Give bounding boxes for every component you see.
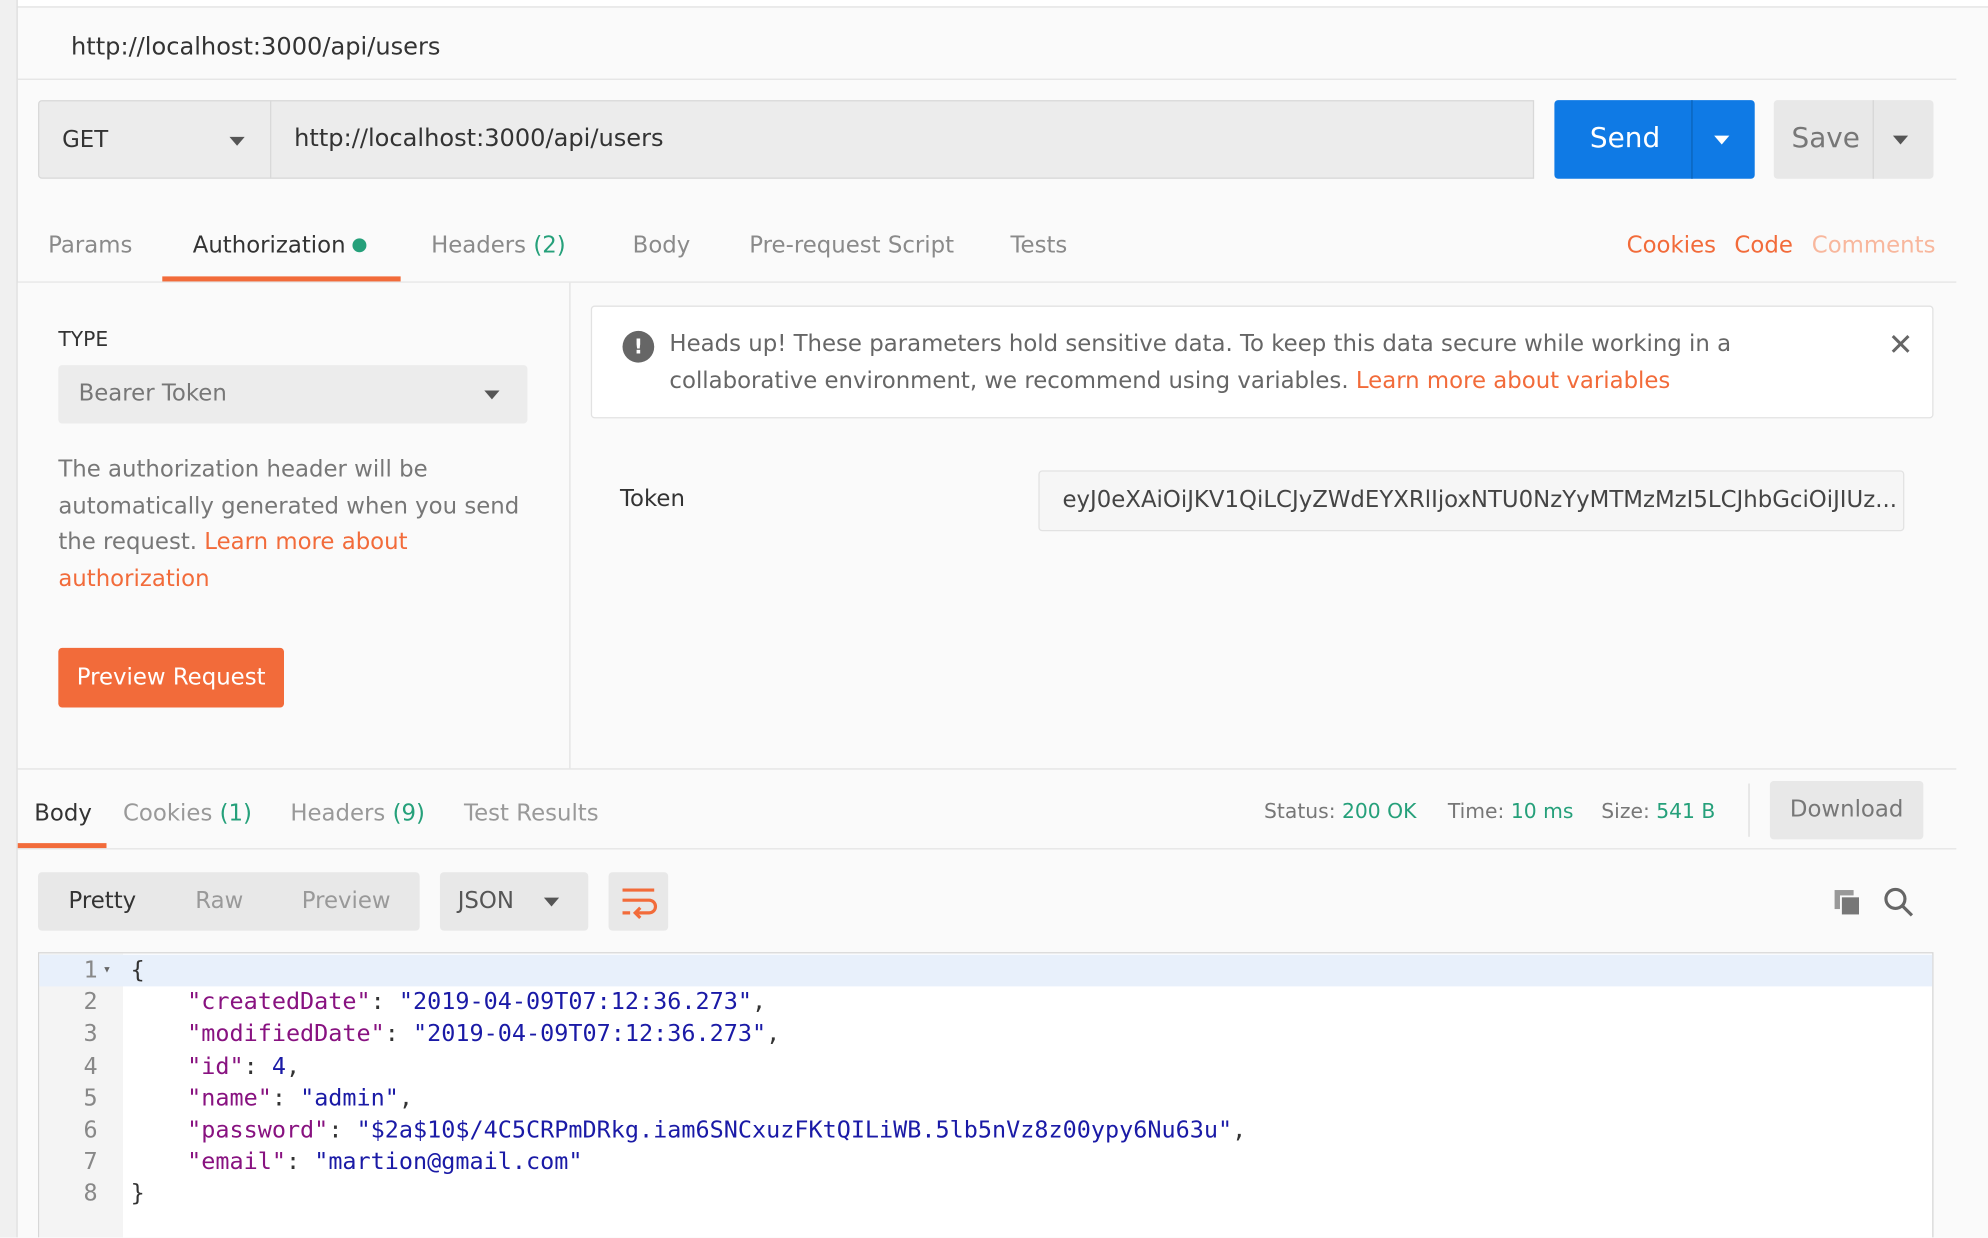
json-key: "modifiedDate" [187,1021,385,1048]
code-link[interactable]: Code [1734,232,1792,259]
line-number: 8 [83,1180,98,1208]
search-icon[interactable] [1883,886,1916,924]
download-button[interactable]: Download [1769,781,1924,840]
response-tab-test-results[interactable]: Test Results [464,800,599,827]
tab-authorization[interactable]: Authorization [193,232,367,259]
json-key: "email" [187,1148,286,1176]
format-value: JSON [457,887,514,915]
send-dropdown-icon[interactable] [1714,135,1730,145]
json-value: "$2a$10$/4C5CRPmDRkg.iam6SNCxuzFKtQILiWB… [356,1116,1233,1144]
time-readout: Time: 10 ms [1447,798,1574,823]
code-line: 7 "email": "martion@gmail.com" [39,1146,1932,1178]
line-number: 4 [83,1053,98,1080]
request-title: http://localhost:3000/api/users [71,32,441,61]
size-value: 541 B [1656,798,1716,823]
json-value: 4 [271,1053,286,1080]
response-body-editor[interactable]: 1 ▾ {2 "createdDate": "2019-04-09T07:12:36… [38,952,1934,1238]
fold-caret-icon[interactable]: ▾ [103,953,111,985]
alert-text: Heads up! These parameters hold sensitiv… [669,330,1732,394]
status-readout: Status: 200 OK [1264,798,1417,823]
line-number: 2 [83,989,98,1016]
preview-request-button[interactable]: Preview Request [58,647,285,708]
raw-button[interactable]: Raw [195,888,243,915]
format-select[interactable]: JSON [439,872,589,931]
json-value: "2019-04-09T07:12:36.273" [398,989,752,1016]
url-input[interactable]: http://localhost:3000/api/users [270,100,1535,179]
pretty-button[interactable]: Pretty [68,888,136,915]
view-mode-toggle: Pretty Raw Preview [38,872,420,931]
chevron-down-icon [229,136,245,146]
save-label: Save [1791,122,1860,155]
copy-icon[interactable] [1832,888,1862,924]
send-button[interactable]: Send [1554,100,1755,179]
line-number: 7 [83,1148,98,1176]
response-tab-cookies[interactable]: Cookies (1) [123,800,252,827]
code-line: 2 "createdDate": "2019-04-09T07:12:36.27… [39,987,1932,1019]
tab-label: Authorization [192,232,346,259]
save-button[interactable]: Save [1773,100,1934,179]
response-tab-headers[interactable]: Headers (9) [290,800,425,827]
tab-tests[interactable]: Tests [1010,232,1067,259]
json-key: "password" [187,1116,329,1144]
line-number: 5 [83,1085,98,1112]
warning-icon: ! [622,330,655,363]
token-input[interactable]: eyJ0eXAiOiJKV1QiLCJyZWdEYXRlIjoxNTU0NzYy… [1038,470,1905,532]
comments-link[interactable]: Comments [1812,232,1936,259]
type-label: TYPE [58,327,109,352]
postman-window: http://localhost:3000/api/users GET http… [0,0,1988,1238]
code-text: } [130,1180,145,1208]
method-value: GET [62,126,109,154]
size-readout: Size: 541 B [1601,798,1716,823]
code-text: { [130,957,145,984]
tab-pre-request-script[interactable]: Pre-request Script [749,232,954,259]
code-line: 8} [39,1178,1932,1210]
learn-more-variables-link[interactable]: Learn more about variables [1356,367,1670,394]
line-number: 1 [83,957,98,984]
time-value: 10 ms [1510,798,1574,823]
tab-headers[interactable]: Headers (2) [431,232,566,259]
chevron-down-icon [543,897,560,907]
json-key: "id" [187,1053,244,1080]
line-number: 3 [83,1021,98,1048]
save-dropdown-icon[interactable] [1892,135,1909,145]
code-line: 5 "name": "admin", [39,1082,1932,1114]
cookies-link[interactable]: Cookies [1627,232,1716,259]
send-label: Send [1589,122,1661,155]
code-line: 4 "id": 4, [39,1051,1932,1083]
json-value: "2019-04-09T07:12:36.273" [413,1021,767,1048]
auth-type-select[interactable]: Bearer Token [58,365,528,424]
auth-type-value: Bearer Token [78,380,227,407]
tab-strip[interactable] [0,0,1988,8]
response-tab-body[interactable]: Body [34,800,92,827]
chevron-down-icon [484,390,500,400]
preview-button[interactable]: Preview [302,888,391,915]
wrap-lines-button[interactable] [608,872,669,931]
wrap-icon [622,888,658,920]
line-number: 6 [83,1116,98,1144]
sidebar-edge [0,0,18,1238]
code-line: 6 "password": "$2a$10$/4C5CRPmDRkg.iam6S… [39,1114,1932,1146]
json-value: "martion@gmail.com" [314,1148,583,1176]
json-value: "admin" [300,1085,399,1112]
code-line: 3 "modifiedDate": "2019-04-09T07:12:36.2… [39,1019,1932,1051]
tab-body[interactable]: Body [633,232,691,259]
token-label: Token [619,485,685,513]
tab-params[interactable]: Params [48,232,132,259]
json-key: "name" [187,1085,272,1112]
json-key: "createdDate" [187,989,371,1016]
code-line: 1 ▾ { [39,953,1933,987]
auth-description: The authorization header will be automat… [58,456,520,592]
method-select[interactable]: GET [38,100,272,179]
status-value: 200 OK [1341,798,1417,823]
active-dot-icon [352,238,367,253]
close-icon[interactable]: ✕ [1888,327,1913,363]
sensitive-data-alert: ! Heads up! These parameters hold sensit… [590,305,1934,419]
